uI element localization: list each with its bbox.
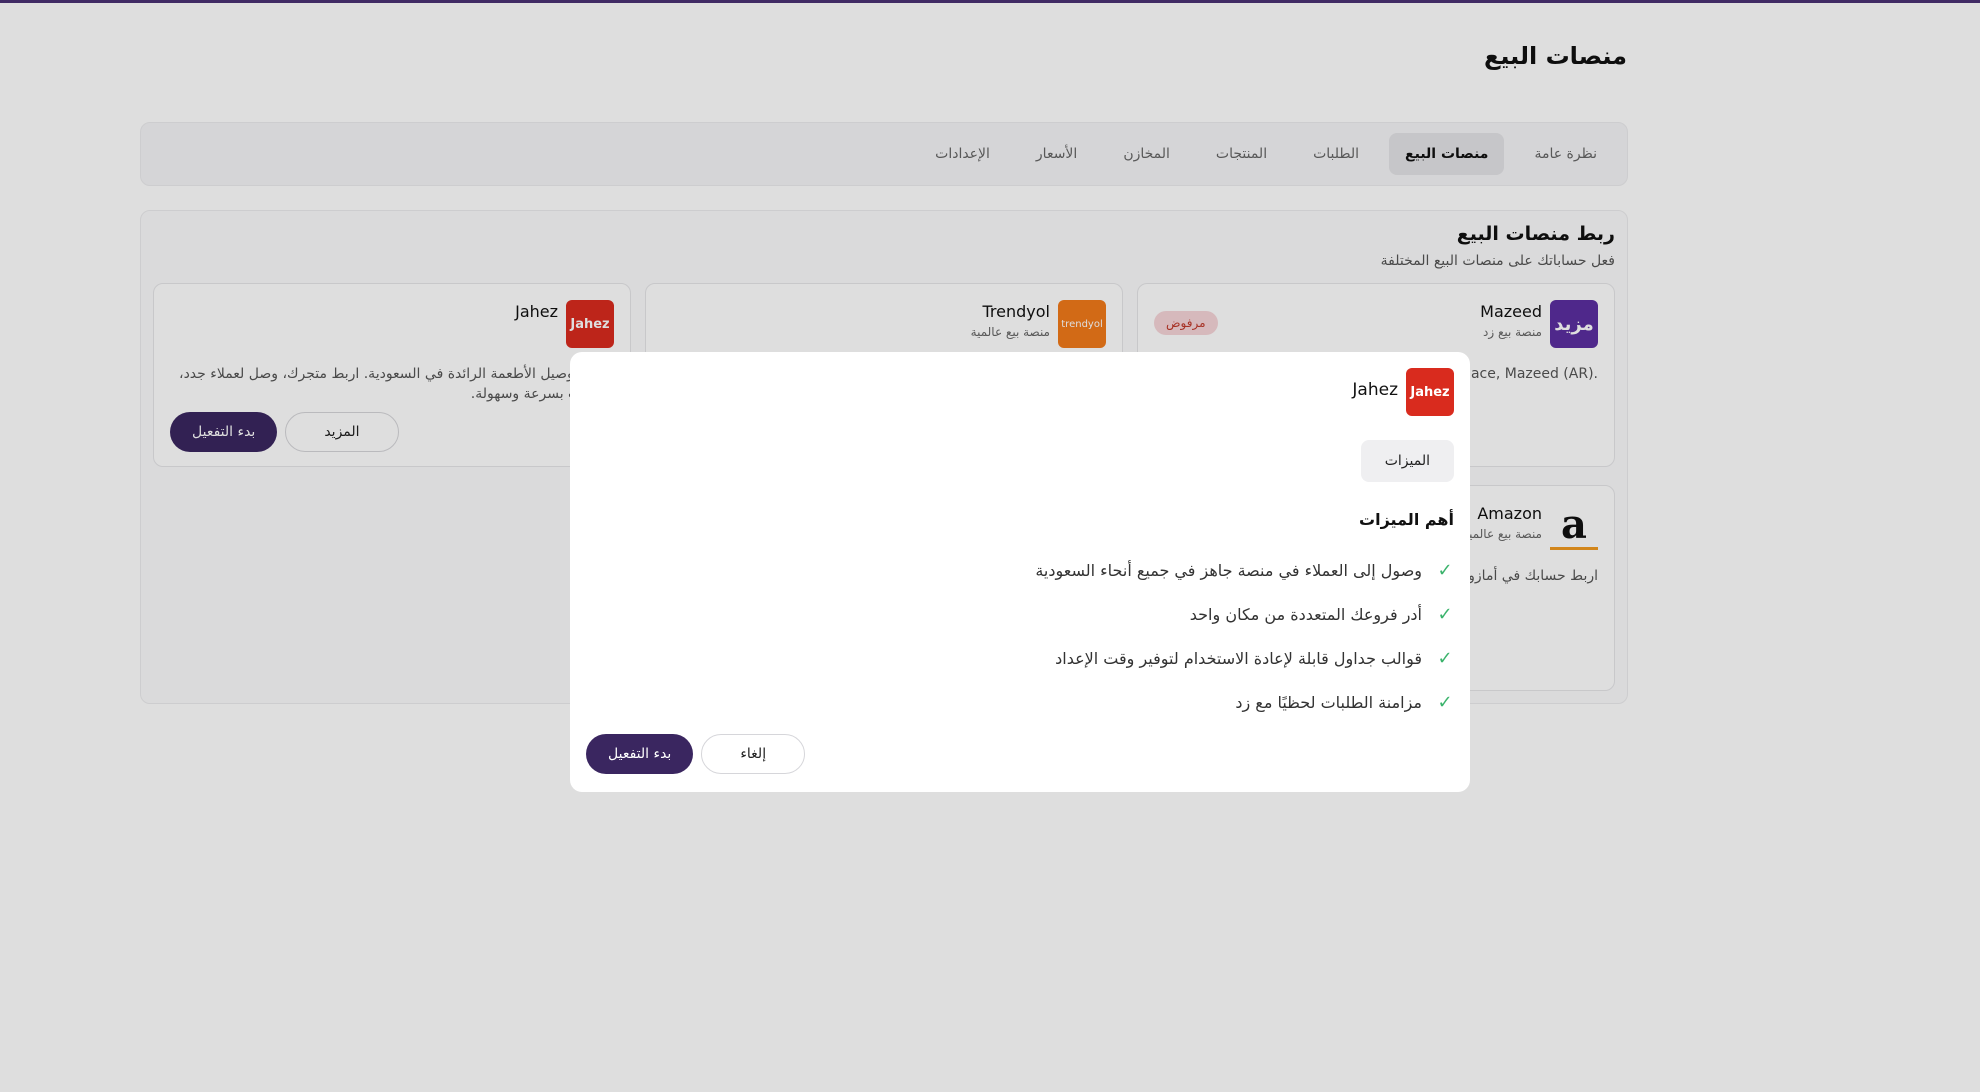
check-icon: ✓ [1437,691,1453,713]
features-heading: أهم الميزات [1359,510,1454,529]
check-icon: ✓ [1437,559,1453,581]
jahez-logo: Jahez [1406,368,1454,416]
modal-title: Jahez [1352,380,1398,400]
channel-details-modal: Jahez Jahez الميزات أهم الميزات ✓ وصول إل… [570,352,1470,792]
feature-text: وصول إلى العملاء في منصة جاهز في جميع أن… [1035,560,1422,580]
feature-item: ✓ قوالب جداول قابلة لإعادة الاستخدام لتوف… [1035,636,1454,680]
cancel-button[interactable]: إلغاء [701,734,806,774]
features-list: ✓ وصول إلى العملاء في منصة جاهز في جميع أ… [1035,548,1454,724]
feature-item: ✓ وصول إلى العملاء في منصة جاهز في جميع أ… [1035,548,1454,592]
tab-features[interactable]: الميزات [1360,440,1454,482]
check-icon: ✓ [1437,603,1453,625]
feature-text: قوالب جداول قابلة لإعادة الاستخدام لتوفي… [1055,648,1422,668]
check-icon: ✓ [1437,647,1453,669]
feature-item: ✓ أدر فروعك المتعددة من مكان واحد [1035,592,1454,636]
feature-text: أدر فروعك المتعددة من مكان واحد [1189,604,1422,624]
modal-actions: بدء التفعيل إلغاء [586,734,806,774]
feature-item: ✓ مزامنة الطلبات لحظيًا مع زد [1035,680,1454,724]
feature-text: مزامنة الطلبات لحظيًا مع زد [1235,692,1422,712]
activate-button[interactable]: بدء التفعيل [586,734,694,774]
